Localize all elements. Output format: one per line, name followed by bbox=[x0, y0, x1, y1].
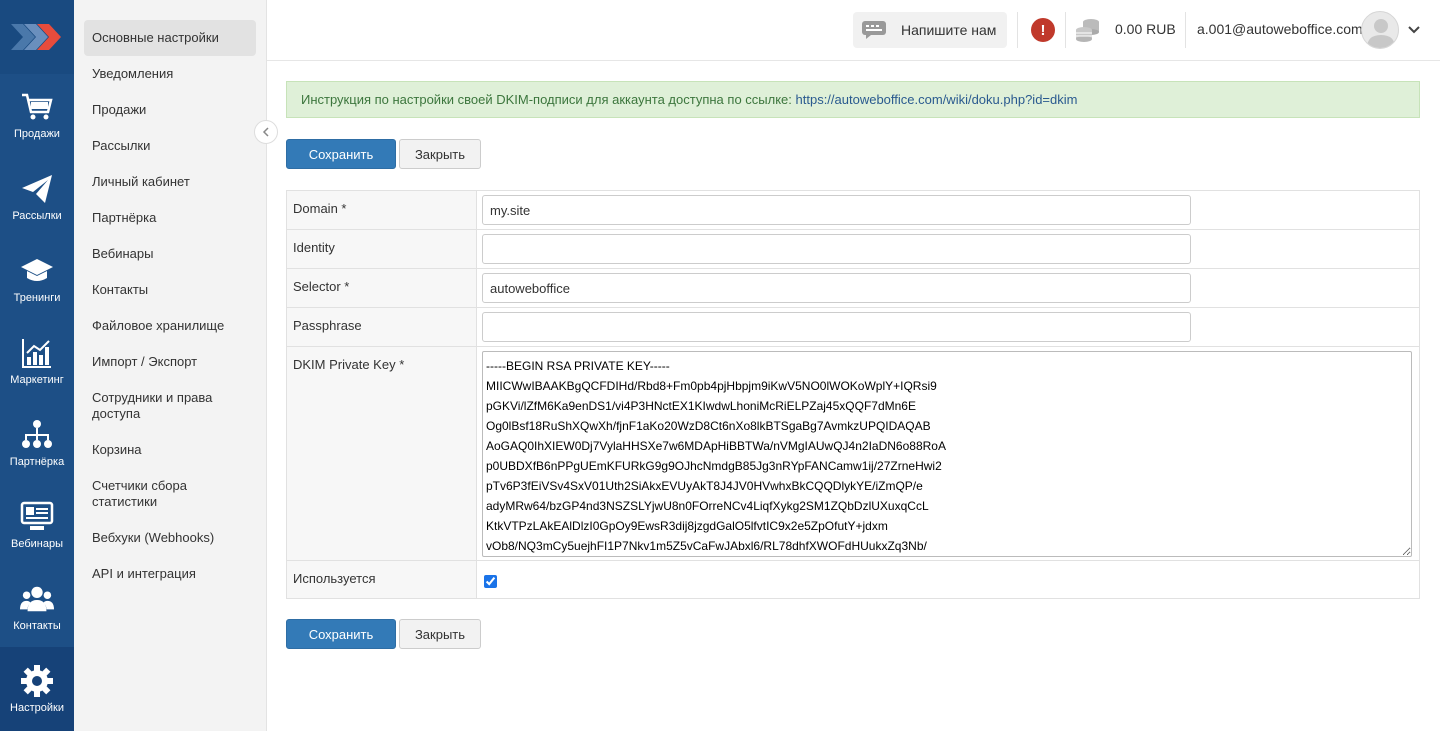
save-button-top[interactable]: Сохранить bbox=[286, 139, 396, 169]
menu-item-webinars[interactable]: Вебинары bbox=[84, 236, 256, 272]
chevron-left-icon bbox=[262, 127, 269, 137]
menu-item-import-export[interactable]: Импорт / Экспорт bbox=[84, 344, 256, 380]
form-row-passphrase: Passphrase bbox=[287, 308, 1419, 347]
rail-item-trainings[interactable]: Тренинги bbox=[0, 238, 74, 320]
rail-item-settings[interactable]: Настройки bbox=[0, 647, 74, 731]
write-us-label: Напишите нам bbox=[901, 22, 997, 38]
paper-plane-icon bbox=[20, 172, 54, 206]
menu-item-cabinet[interactable]: Личный кабинет bbox=[84, 164, 256, 200]
menu-item-partners[interactable]: Партнёрка bbox=[84, 200, 256, 236]
form-row-used: Используется bbox=[287, 561, 1419, 598]
menu-item-staff[interactable]: Сотрудники и права доступа bbox=[84, 380, 256, 432]
domain-field[interactable] bbox=[482, 195, 1191, 225]
users-icon bbox=[20, 582, 54, 616]
form-row-domain: Domain * bbox=[287, 191, 1419, 230]
passphrase-field[interactable] bbox=[482, 312, 1191, 342]
rail-item-label: Партнёрка bbox=[9, 456, 65, 468]
top-header: Напишите нам ! 0.00 RUB a.001@autoweboff… bbox=[267, 0, 1440, 61]
user-silhouette-icon bbox=[1367, 19, 1395, 48]
dkim-instruction-notice: Инструкция по настройки своей DKIM-подпи… bbox=[286, 81, 1420, 118]
used-label: Используется bbox=[287, 561, 477, 598]
form-row-dkim-key: DKIM Private Key * -----BEGIN RSA PRIVAT… bbox=[287, 347, 1419, 561]
logo-chevrons-icon bbox=[11, 24, 61, 50]
network-icon bbox=[20, 418, 54, 452]
gear-icon bbox=[20, 664, 54, 698]
menu-item-general[interactable]: Основные настройки bbox=[84, 20, 256, 56]
rail-item-label: Вебинары bbox=[11, 538, 63, 550]
alert-icon[interactable]: ! bbox=[1031, 18, 1055, 42]
save-button-bottom[interactable]: Сохранить bbox=[286, 619, 396, 649]
graduation-cap-icon bbox=[20, 254, 54, 288]
dkim-private-key-label: DKIM Private Key * bbox=[287, 347, 477, 560]
rail-item-label: Продажи bbox=[14, 128, 60, 140]
selector-field[interactable] bbox=[482, 273, 1191, 303]
avatar[interactable] bbox=[1361, 11, 1399, 49]
rail-item-label: Настройки bbox=[10, 702, 64, 714]
menu-item-webhooks[interactable]: Вебхуки (Webhooks) bbox=[84, 520, 256, 556]
dkim-private-key-textarea[interactable]: -----BEGIN RSA PRIVATE KEY----- MIICWwIB… bbox=[482, 351, 1412, 557]
close-button-bottom[interactable]: Закрыть bbox=[399, 619, 481, 649]
menu-item-api[interactable]: API и интеграция bbox=[84, 556, 256, 592]
divider bbox=[1017, 12, 1018, 48]
menu-item-file-storage[interactable]: Файловое хранилище bbox=[84, 308, 256, 344]
divider bbox=[1185, 12, 1186, 48]
identity-field[interactable] bbox=[482, 234, 1191, 264]
close-button-top[interactable]: Закрыть bbox=[399, 139, 481, 169]
passphrase-label: Passphrase bbox=[287, 308, 477, 346]
divider bbox=[1065, 12, 1066, 48]
webinar-screen-icon bbox=[20, 500, 54, 534]
write-us-button[interactable]: Напишите нам bbox=[853, 12, 1007, 48]
selector-label: Selector * bbox=[287, 269, 477, 307]
rail-item-webinars[interactable]: Вебинары bbox=[0, 484, 74, 566]
chat-bubble-icon bbox=[862, 21, 886, 39]
user-email[interactable]: a.001@autoweboffice.com bbox=[1197, 21, 1363, 37]
app-rail: Продажи Рассылки Тренинги Маркетинг Парт… bbox=[0, 0, 74, 731]
menu-item-counters[interactable]: Счетчики сбора статистики bbox=[84, 468, 256, 520]
dkim-form: Domain * Identity Selector * Passphrase … bbox=[286, 190, 1420, 599]
used-checkbox[interactable] bbox=[484, 575, 497, 588]
rail-item-mailings[interactable]: Рассылки bbox=[0, 156, 74, 238]
cart-icon bbox=[20, 90, 54, 124]
form-row-identity: Identity bbox=[287, 230, 1419, 269]
notice-link[interactable]: https://autoweboffice.com/wiki/doku.php?… bbox=[796, 92, 1078, 107]
collapse-menu-button[interactable] bbox=[254, 120, 278, 144]
domain-label: Domain * bbox=[287, 191, 477, 229]
menu-item-sales[interactable]: Продажи bbox=[84, 92, 256, 128]
bar-chart-icon bbox=[20, 336, 54, 370]
menu-item-trash[interactable]: Корзина bbox=[84, 432, 256, 468]
menu-item-mailings[interactable]: Рассылки bbox=[84, 128, 256, 164]
settings-menu: Основные настройки Уведомления Продажи Р… bbox=[74, 0, 267, 731]
rail-item-label: Тренинги bbox=[13, 292, 61, 304]
form-row-selector: Selector * bbox=[287, 269, 1419, 308]
identity-label: Identity bbox=[287, 230, 477, 268]
rail-item-partners[interactable]: Партнёрка bbox=[0, 402, 74, 484]
rail-item-label: Маркетинг bbox=[10, 374, 64, 386]
logo[interactable] bbox=[0, 0, 74, 74]
balance-value[interactable]: 0.00 RUB bbox=[1115, 21, 1176, 37]
rail-item-sales[interactable]: Продажи bbox=[0, 74, 74, 156]
menu-item-contacts[interactable]: Контакты bbox=[84, 272, 256, 308]
coins-icon[interactable] bbox=[1075, 17, 1101, 46]
menu-item-notifications[interactable]: Уведомления bbox=[84, 56, 256, 92]
rail-item-marketing[interactable]: Маркетинг bbox=[0, 320, 74, 402]
rail-item-label: Контакты bbox=[13, 620, 61, 632]
chevron-down-icon[interactable] bbox=[1407, 21, 1421, 42]
notice-text: Инструкция по настройки своей DKIM-подпи… bbox=[301, 92, 796, 107]
rail-item-contacts[interactable]: Контакты bbox=[0, 566, 74, 648]
rail-item-label: Рассылки bbox=[12, 210, 62, 222]
